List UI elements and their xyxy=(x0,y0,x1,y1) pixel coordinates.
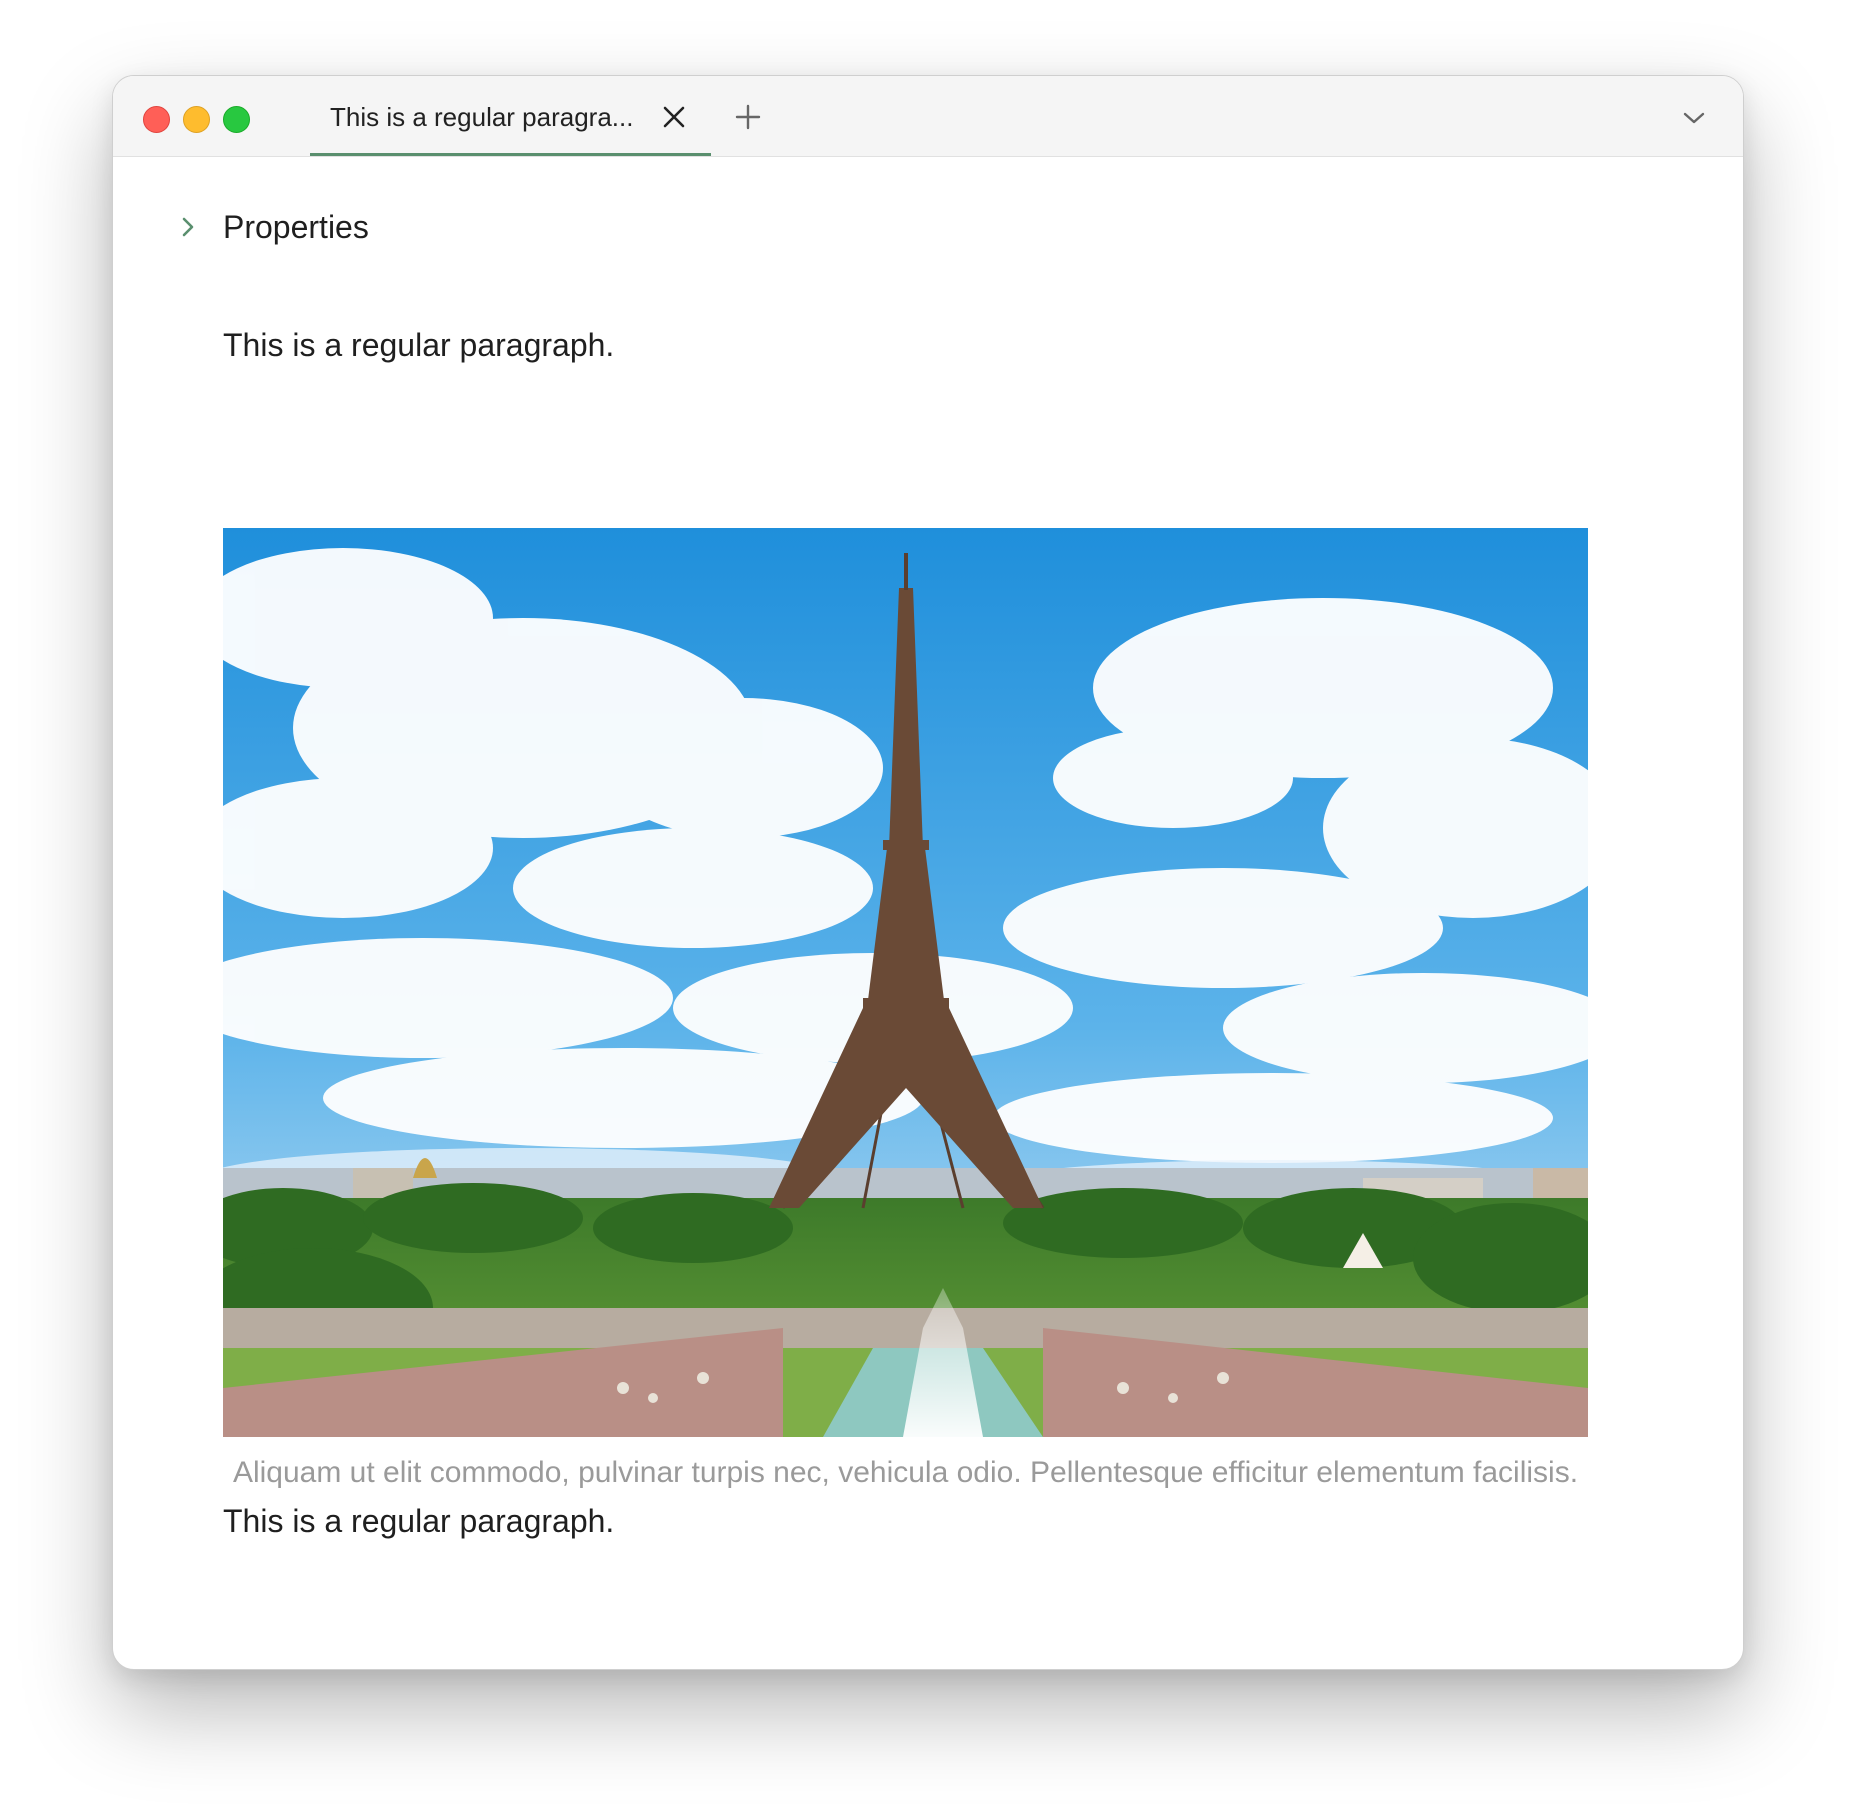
tab-active-indicator xyxy=(310,153,711,156)
chevron-down-icon[interactable] xyxy=(1682,110,1706,126)
editor-content: Properties This is a regular paragraph. xyxy=(113,157,1743,1669)
properties-label: Properties xyxy=(223,208,369,245)
plus-icon[interactable] xyxy=(735,104,761,130)
paragraph[interactable]: This is a regular paragraph. xyxy=(223,1503,614,1540)
image-caption: Aliquam ut elit commodo, pulvinar turpis… xyxy=(232,1456,1579,1489)
eiffel-tower-photo xyxy=(223,528,1588,1437)
chevron-right-icon[interactable] xyxy=(181,216,195,238)
window-zoom-button[interactable] xyxy=(223,106,250,133)
close-icon[interactable] xyxy=(663,106,685,128)
embedded-image[interactable] xyxy=(223,528,1588,1437)
app-window: This is a regular paragra... Properties … xyxy=(112,75,1744,1670)
window-minimize-button[interactable] xyxy=(183,106,210,133)
title-bar: This is a regular paragra... xyxy=(113,76,1743,157)
tab-title: This is a regular paragra... xyxy=(330,102,634,132)
paragraph[interactable]: This is a regular paragraph. xyxy=(223,327,614,364)
window-close-button[interactable] xyxy=(143,106,170,133)
tab-active[interactable]: This is a regular paragra... xyxy=(310,76,711,156)
properties-header[interactable]: Properties xyxy=(181,207,369,247)
